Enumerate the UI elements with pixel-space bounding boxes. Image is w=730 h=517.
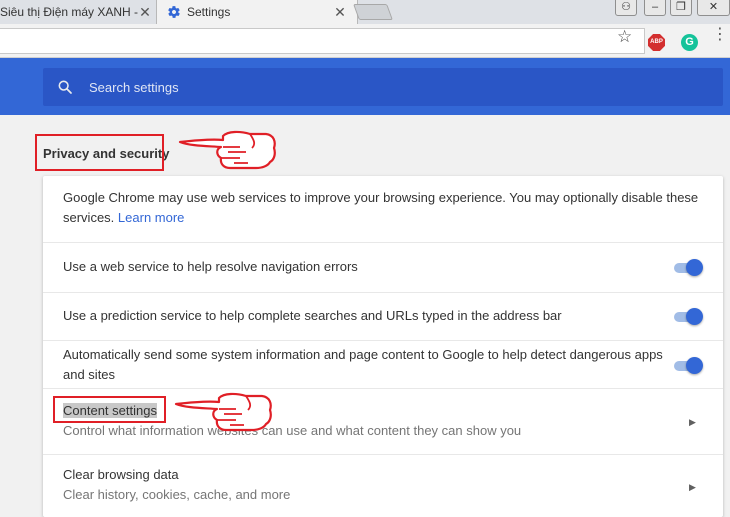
setting-label: Use a web service to help resolve naviga… bbox=[63, 259, 358, 274]
window-close-button[interactable]: ✕ bbox=[697, 0, 730, 16]
clear-data-subtitle: Clear history, cookies, cache, and more bbox=[63, 487, 291, 502]
intro-text: Google Chrome may use web services to im… bbox=[63, 188, 713, 228]
close-icon[interactable]: ✕ bbox=[331, 3, 349, 21]
tab-strip: Siêu thị Điện máy XANH - M ✕ Settings ✕ … bbox=[0, 0, 730, 24]
clear-browsing-data-row[interactable]: Clear browsing data Clear history, cooki… bbox=[43, 454, 723, 517]
minimize-button[interactable]: – bbox=[644, 0, 666, 16]
close-icon[interactable]: ✕ bbox=[136, 3, 154, 21]
gear-icon bbox=[168, 6, 180, 18]
prediction-service-toggle[interactable] bbox=[672, 308, 704, 325]
tab-settings[interactable]: Settings ✕ bbox=[156, 0, 358, 24]
setting-row[interactable]: Automatically send some system informati… bbox=[43, 340, 723, 388]
search-icon bbox=[58, 80, 72, 94]
grammarly-icon[interactable]: G bbox=[681, 34, 698, 51]
highlight-box bbox=[35, 134, 164, 171]
adblock-plus-icon[interactable]: ABP bbox=[648, 34, 665, 51]
privacy-card: Google Chrome may use web services to im… bbox=[43, 176, 723, 517]
setting-row[interactable]: Use a prediction service to help complet… bbox=[43, 292, 723, 340]
chevron-right-icon: ▶ bbox=[689, 417, 696, 427]
search-input[interactable] bbox=[89, 79, 489, 95]
content-settings-subtitle: Control what information websites can us… bbox=[63, 423, 522, 438]
tab-title: Settings bbox=[187, 5, 231, 19]
learn-more-link[interactable]: Learn more bbox=[118, 210, 184, 225]
address-bar[interactable] bbox=[0, 28, 645, 54]
bookmark-star-icon[interactable]: ☆ bbox=[617, 27, 632, 47]
clear-data-title: Clear browsing data bbox=[63, 467, 179, 482]
intro-row: Google Chrome may use web services to im… bbox=[43, 176, 723, 242]
profile-icon[interactable]: ⚇ bbox=[615, 0, 637, 16]
setting-row[interactable]: Use a web service to help resolve naviga… bbox=[43, 242, 723, 292]
new-tab-button[interactable] bbox=[353, 4, 393, 20]
toolbar: ☆ ABP G ⋮ bbox=[0, 24, 730, 58]
tab-title: Siêu thị Điện máy XANH - M bbox=[0, 5, 138, 19]
pointing-hand-icon bbox=[174, 392, 272, 432]
search-box[interactable] bbox=[43, 68, 723, 106]
menu-icon[interactable]: ⋮ bbox=[712, 27, 728, 43]
restore-button[interactable]: ❐ bbox=[670, 0, 692, 16]
tab-dienmayxanh[interactable]: Siêu thị Điện máy XANH - M ✕ bbox=[0, 0, 160, 24]
highlight-box bbox=[53, 396, 166, 423]
pointing-hand-icon bbox=[178, 130, 276, 170]
navigation-errors-toggle[interactable] bbox=[672, 259, 704, 276]
safe-browsing-toggle[interactable] bbox=[672, 357, 704, 374]
chevron-right-icon: ▶ bbox=[689, 482, 696, 492]
setting-label: Use a prediction service to help complet… bbox=[63, 308, 562, 323]
setting-label: Automatically send some system informati… bbox=[63, 347, 663, 382]
settings-header bbox=[0, 58, 730, 115]
